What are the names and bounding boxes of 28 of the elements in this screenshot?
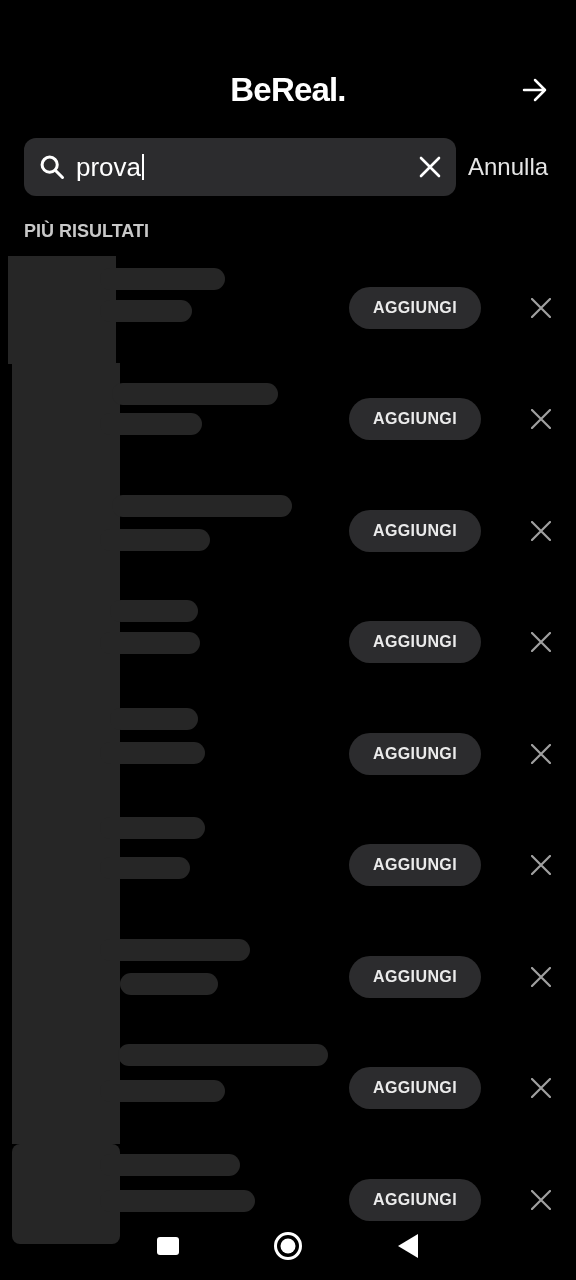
section-title: PIÙ RISULTATI: [24, 222, 150, 240]
add-button[interactable]: AGGIUNGI: [349, 1178, 481, 1221]
app-logo: BeReal.: [230, 70, 346, 111]
add-button[interactable]: AGGIUNGI: [349, 621, 481, 664]
close-icon[interactable]: [531, 520, 551, 541]
search-text: prova: [76, 154, 145, 180]
back-icon[interactable]: [397, 1233, 419, 1259]
clear-icon[interactable]: [418, 155, 442, 179]
close-icon[interactable]: [531, 855, 551, 876]
add-button[interactable]: AGGIUNGI: [349, 398, 481, 441]
close-icon[interactable]: [531, 966, 551, 987]
search-field[interactable]: prova: [24, 138, 456, 196]
add-button[interactable]: AGGIUNGI: [349, 844, 481, 887]
add-button[interactable]: AGGIUNGI: [349, 509, 481, 552]
arrow-right-icon[interactable]: [522, 78, 548, 102]
search-icon: [38, 153, 66, 181]
close-icon[interactable]: [531, 1078, 551, 1099]
add-button[interactable]: AGGIUNGI: [349, 955, 481, 998]
home-icon[interactable]: [273, 1231, 303, 1261]
add-button[interactable]: AGGIUNGI: [349, 1067, 481, 1110]
close-icon[interactable]: [531, 409, 551, 430]
add-button[interactable]: AGGIUNGI: [349, 732, 481, 775]
close-icon[interactable]: [531, 632, 551, 653]
close-icon[interactable]: [531, 297, 551, 318]
add-button[interactable]: AGGIUNGI: [349, 286, 481, 329]
close-icon[interactable]: [531, 1189, 551, 1210]
cancel-button[interactable]: Annulla: [468, 149, 549, 185]
close-icon[interactable]: [531, 743, 551, 764]
